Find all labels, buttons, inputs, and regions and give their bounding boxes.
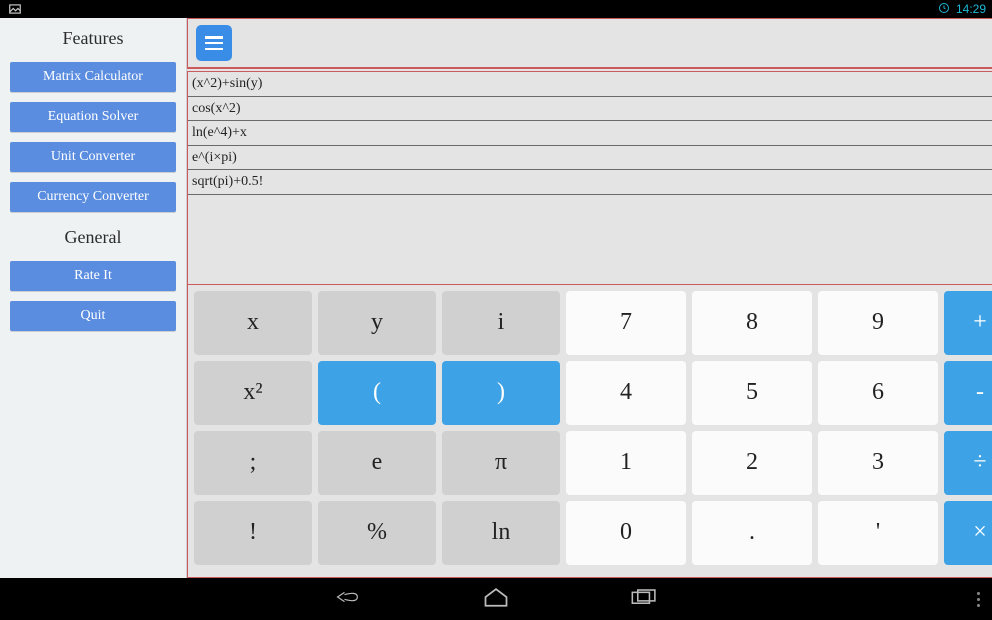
key-9[interactable]: 9 bbox=[818, 291, 938, 355]
app-container: Features Matrix Calculator Equation Solv… bbox=[0, 18, 992, 578]
key-0[interactable]: 0 bbox=[566, 501, 686, 565]
key-x[interactable]: x bbox=[194, 291, 312, 355]
key-plus[interactable]: + bbox=[944, 291, 992, 355]
keypad: x y i 7 8 9 + x² ( ) 4 5 6 - ; e π 1 2 3… bbox=[187, 285, 992, 578]
key-open-paren[interactable]: ( bbox=[318, 361, 436, 425]
history-item[interactable]: cos(x^2) bbox=[188, 97, 992, 122]
key-1[interactable]: 1 bbox=[566, 431, 686, 495]
key-7[interactable]: 7 bbox=[566, 291, 686, 355]
clock-icon bbox=[938, 2, 950, 17]
key-ln[interactable]: ln bbox=[442, 501, 560, 565]
nav-recent-button[interactable] bbox=[630, 583, 658, 616]
status-time: 14:29 bbox=[956, 2, 986, 16]
key-factorial[interactable]: ! bbox=[194, 501, 312, 565]
main-pane: (x^2)+sin(y) cos(x^2) ln(e^4)+x e^(i×pi)… bbox=[187, 18, 992, 578]
key-5[interactable]: 5 bbox=[692, 361, 812, 425]
rate-it-button[interactable]: Rate It bbox=[10, 261, 176, 291]
features-heading: Features bbox=[63, 28, 124, 49]
equation-solver-button[interactable]: Equation Solver bbox=[10, 102, 176, 132]
currency-converter-button[interactable]: Currency Converter bbox=[10, 182, 176, 212]
general-heading: General bbox=[65, 227, 122, 248]
key-6[interactable]: 6 bbox=[818, 361, 938, 425]
key-apostrophe[interactable]: ' bbox=[818, 501, 938, 565]
input-bar bbox=[187, 18, 992, 68]
android-status-bar: 14:29 bbox=[0, 0, 992, 18]
history-item[interactable]: ln(e^4)+x bbox=[188, 121, 992, 146]
key-pi[interactable]: π bbox=[442, 431, 560, 495]
key-x-squared[interactable]: x² bbox=[194, 361, 312, 425]
sidebar: Features Matrix Calculator Equation Solv… bbox=[0, 18, 187, 578]
history-item[interactable]: sqrt(pi)+0.5! bbox=[188, 170, 992, 195]
history-empty-area bbox=[187, 195, 992, 285]
hamburger-icon bbox=[205, 36, 223, 50]
key-2[interactable]: 2 bbox=[692, 431, 812, 495]
menu-button[interactable] bbox=[196, 25, 232, 61]
key-multiply[interactable]: × bbox=[944, 501, 992, 565]
nav-home-button[interactable] bbox=[482, 583, 510, 616]
nav-back-button[interactable] bbox=[334, 583, 362, 616]
key-e[interactable]: e bbox=[318, 431, 436, 495]
unit-converter-button[interactable]: Unit Converter bbox=[10, 142, 176, 172]
key-4[interactable]: 4 bbox=[566, 361, 686, 425]
history-item[interactable]: e^(i×pi) bbox=[188, 146, 992, 171]
key-3[interactable]: 3 bbox=[818, 431, 938, 495]
matrix-calculator-button[interactable]: Matrix Calculator bbox=[10, 62, 176, 92]
key-dot[interactable]: . bbox=[692, 501, 812, 565]
history-list: (x^2)+sin(y) cos(x^2) ln(e^4)+x e^(i×pi)… bbox=[187, 72, 992, 195]
screenshot-icon bbox=[8, 2, 22, 19]
key-close-paren[interactable]: ) bbox=[442, 361, 560, 425]
key-8[interactable]: 8 bbox=[692, 291, 812, 355]
key-y[interactable]: y bbox=[318, 291, 436, 355]
key-minus[interactable]: - bbox=[944, 361, 992, 425]
android-nav-bar bbox=[0, 578, 992, 620]
nav-overflow-button[interactable] bbox=[977, 589, 980, 610]
key-semicolon[interactable]: ; bbox=[194, 431, 312, 495]
key-i[interactable]: i bbox=[442, 291, 560, 355]
key-percent[interactable]: % bbox=[318, 501, 436, 565]
history-item[interactable]: (x^2)+sin(y) bbox=[188, 72, 992, 97]
quit-button[interactable]: Quit bbox=[10, 301, 176, 331]
key-divide[interactable]: ÷ bbox=[944, 431, 992, 495]
